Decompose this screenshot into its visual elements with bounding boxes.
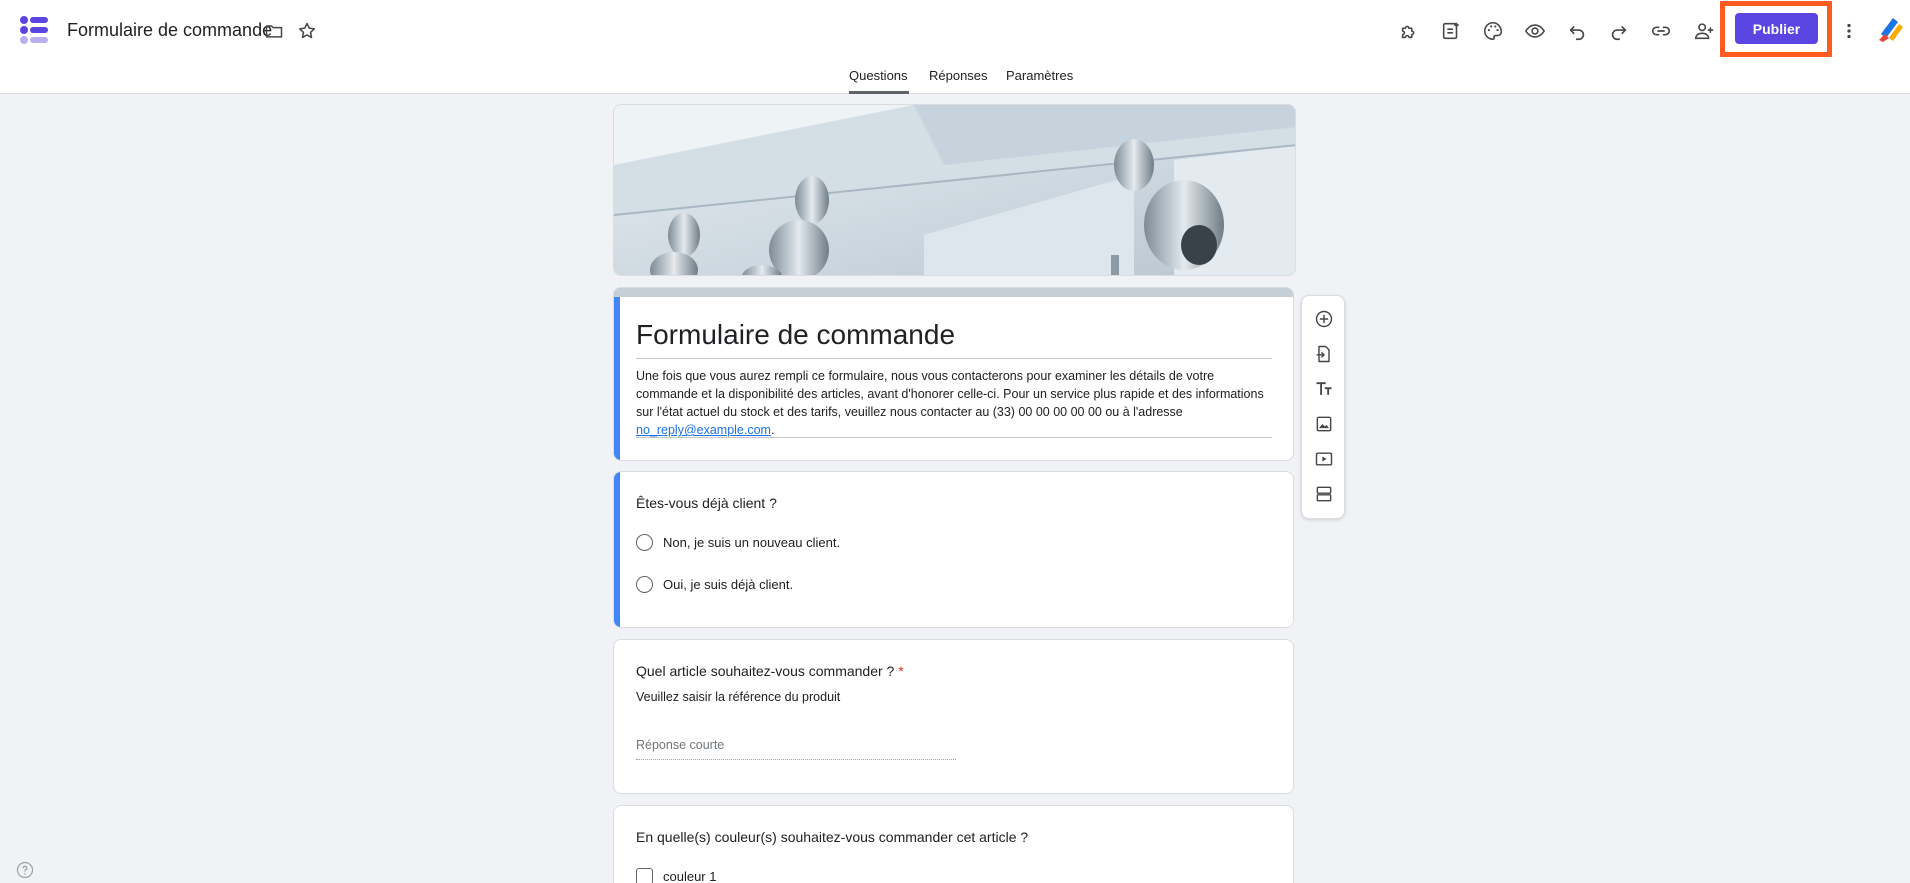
radio-option-label: Non, je suis un nouveau client. bbox=[663, 535, 841, 550]
form-title[interactable]: Formulaire de commande bbox=[636, 319, 955, 351]
radio-option-label: Oui, je suis déjà client. bbox=[663, 577, 794, 592]
preview-eye-icon[interactable] bbox=[1520, 16, 1550, 46]
tab-bar: Questions Réponses Paramètres bbox=[0, 66, 1910, 94]
question-title: Êtes-vous déjà client ? bbox=[636, 495, 777, 511]
question-description: Veuillez saisir la référence du produit bbox=[636, 690, 841, 704]
puzzle-addons-icon[interactable] bbox=[1394, 16, 1424, 46]
question-card-article[interactable]: Quel article souhaitez-vous commander ? … bbox=[613, 639, 1294, 794]
radio-button[interactable] bbox=[636, 576, 653, 593]
publish-button[interactable]: Publier bbox=[1735, 13, 1818, 44]
description-underline bbox=[636, 437, 1272, 438]
contact-email-link[interactable]: no_reply@example.com bbox=[636, 423, 771, 437]
short-answer-field[interactable]: Réponse courte bbox=[636, 734, 956, 760]
brand-extension-icon[interactable] bbox=[1877, 14, 1905, 44]
radio-button[interactable] bbox=[636, 534, 653, 551]
redo-icon[interactable] bbox=[1604, 16, 1634, 46]
radio-option[interactable]: Non, je suis un nouveau client. bbox=[636, 534, 840, 551]
tab-settings[interactable]: Paramètres bbox=[1006, 68, 1073, 94]
add-question-icon[interactable] bbox=[1311, 306, 1337, 332]
question-title: En quelle(s) couleur(s) souhaitez-vous c… bbox=[636, 829, 1029, 845]
more-vert-icon[interactable] bbox=[1834, 16, 1864, 46]
title-underline bbox=[636, 358, 1272, 359]
form-description[interactable]: Une fois que vous aurez rempli ce formul… bbox=[636, 367, 1272, 439]
header-stripe bbox=[614, 288, 1293, 297]
header-banner-image bbox=[613, 104, 1296, 276]
form-description-end: . bbox=[770, 423, 775, 437]
question-title: Quel article souhaitez-vous commander ? … bbox=[636, 663, 904, 679]
add-video-icon[interactable] bbox=[1311, 446, 1337, 472]
question-title-text: Quel article souhaitez-vous commander ? bbox=[636, 663, 895, 679]
checkbox-option[interactable]: couleur 1 bbox=[636, 868, 716, 883]
question-card-existing-client[interactable]: Êtes-vous déjà client ? Non, je suis un … bbox=[613, 471, 1294, 628]
form-header-card[interactable]: Formulaire de commande Une fois que vous… bbox=[613, 287, 1294, 461]
import-questions-icon[interactable] bbox=[1311, 341, 1337, 367]
form-description-text: Une fois que vous aurez rempli ce formul… bbox=[636, 369, 1264, 419]
customize-question-icon[interactable] bbox=[1436, 16, 1466, 46]
help-icon[interactable] bbox=[16, 861, 34, 879]
radio-option[interactable]: Oui, je suis déjà client. bbox=[636, 576, 793, 593]
add-section-icon[interactable] bbox=[1311, 481, 1337, 507]
document-title[interactable]: Formulaire de commande bbox=[67, 20, 272, 41]
star-icon[interactable] bbox=[295, 19, 319, 43]
palette-icon[interactable] bbox=[1478, 16, 1508, 46]
question-card-colors[interactable]: En quelle(s) couleur(s) souhaitez-vous c… bbox=[613, 805, 1294, 883]
forms-logo-icon[interactable] bbox=[18, 14, 50, 46]
add-image-icon[interactable] bbox=[1311, 411, 1337, 437]
checkbox[interactable] bbox=[636, 868, 653, 883]
required-asterisk: * bbox=[898, 663, 904, 679]
add-title-icon[interactable] bbox=[1311, 376, 1337, 402]
side-toolbar bbox=[1301, 295, 1345, 519]
add-collaborator-icon[interactable] bbox=[1689, 16, 1719, 46]
folder-icon[interactable] bbox=[262, 19, 286, 43]
undo-icon[interactable] bbox=[1562, 16, 1592, 46]
top-bar: Formulaire de commande Publier Questions… bbox=[0, 0, 1910, 94]
checkbox-option-label: couleur 1 bbox=[663, 869, 717, 883]
tab-questions[interactable]: Questions bbox=[849, 68, 909, 94]
tab-responses[interactable]: Réponses bbox=[929, 68, 988, 94]
link-icon[interactable] bbox=[1646, 16, 1676, 46]
